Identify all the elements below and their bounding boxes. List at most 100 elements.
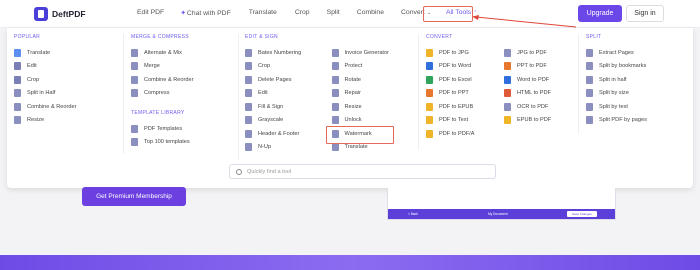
tool-split-by-size[interactable]: Split by size <box>586 87 688 101</box>
section-title-popular: POPULAR <box>14 34 40 40</box>
section-title-convert: CONVERT <box>426 34 453 40</box>
ppt-file-icon <box>504 62 511 71</box>
tool-ppt-to-pdf[interactable]: PPT to PDF <box>504 60 582 74</box>
nav-chat-with-pdf[interactable]: ✦Chat with PDF <box>180 9 231 17</box>
edit-icon <box>14 62 21 71</box>
tool-pdf-to-word[interactable]: PDF to Word <box>426 60 504 74</box>
nav-combine[interactable]: Combine <box>357 9 384 17</box>
repair-icon <box>331 89 339 98</box>
jpg-file-icon <box>504 48 511 57</box>
jpg-file-icon <box>426 48 433 57</box>
tool-search-input[interactable]: Quickly find a tool <box>229 164 496 179</box>
tool-jpg-to-pdf[interactable]: JPG to PDF <box>504 46 582 60</box>
nav-translate[interactable]: Translate <box>249 9 277 17</box>
tool-top-templates[interactable]: Top 100 templates <box>131 136 239 150</box>
tool-merge[interactable]: Merge <box>131 60 239 74</box>
tool-split-in-half[interactable]: Split in Half <box>14 87 128 101</box>
tool-pdf-to-ppt[interactable]: PDF to PPT <box>426 87 504 101</box>
tool-pdf-to-pdfa[interactable]: PDF to PDF/A <box>426 127 504 141</box>
tool-alternate-mix[interactable]: Alternate & Mix <box>131 46 239 60</box>
tool-unlock[interactable]: Unlock <box>331 114 419 128</box>
tool-split-by-bookmarks[interactable]: Split by bookmarks <box>586 60 688 74</box>
tool-bates-numbering[interactable]: Bates Numbering <box>245 46 332 60</box>
section-title-edit-sign: EDIT & SIGN <box>245 34 278 40</box>
tool-translate[interactable]: Translate <box>14 46 128 60</box>
tool-repair[interactable]: Repair <box>331 87 419 101</box>
tool-crop-2[interactable]: Crop <box>245 60 332 74</box>
translate-icon <box>14 48 21 57</box>
nav-split[interactable]: Split <box>327 9 340 17</box>
top-navigation-bar: DeftPDF Edit PDF ✦Chat with PDF Translat… <box>0 0 700 28</box>
menu-column-merge: MERGE & COMPRESS Alternate & Mix Merge C… <box>123 34 239 154</box>
tool-split-in-half-2[interactable]: Split in half <box>586 73 688 87</box>
tool-extract-pages[interactable]: Extract Pages <box>586 46 688 60</box>
tool-resize[interactable]: Resize <box>14 114 128 128</box>
menu-column-popular: POPULAR Translate Edit Crop Split in Hal… <box>14 34 128 127</box>
invoice-icon <box>331 48 339 57</box>
section-title-merge: MERGE & COMPRESS <box>131 34 189 40</box>
search-placeholder: Quickly find a tool <box>247 168 292 175</box>
tool-resize-2[interactable]: Resize <box>331 100 419 114</box>
tool-combine-reorder-2[interactable]: Combine & Reorder <box>131 73 239 87</box>
numbering-icon <box>245 48 252 57</box>
tool-edit-2[interactable]: Edit <box>245 87 332 101</box>
section-title-split: SPLIT <box>586 34 602 40</box>
tool-crop[interactable]: Crop <box>14 73 128 87</box>
rotate-icon <box>331 75 339 84</box>
sign-in-button[interactable]: Sign in <box>626 5 664 22</box>
preview-toolbar: < Back My Document Save Changes <box>388 209 615 219</box>
tool-delete-pages[interactable]: Delete Pages <box>245 73 332 87</box>
logo[interactable]: DeftPDF <box>34 7 86 21</box>
epub-file-icon <box>426 102 433 111</box>
tool-watermark[interactable]: Watermark <box>325 126 419 144</box>
tool-compress[interactable]: Compress <box>131 87 239 101</box>
sparkle-icon: ✦ <box>180 10 186 17</box>
size-icon <box>586 89 593 98</box>
crop-icon <box>245 62 252 71</box>
premium-membership-button[interactable]: Get Premium Membership <box>82 187 186 206</box>
tool-ocr-to-pdf[interactable]: OCR to PDF <box>504 100 582 114</box>
tool-rotate[interactable]: Rotate <box>331 73 419 87</box>
nav-crop[interactable]: Crop <box>295 9 310 17</box>
html-file-icon <box>504 89 511 98</box>
menu-column-split: SPLIT Extract Pages Split by bookmarks S… <box>578 34 688 134</box>
tool-invoice-generator[interactable]: Invoice Generator <box>331 46 419 60</box>
combine-icon <box>131 75 138 84</box>
tool-pdf-to-epub[interactable]: PDF to EPUB <box>426 100 504 114</box>
watermark-icon <box>331 129 339 138</box>
tool-fill-sign[interactable]: Fill & Sign <box>245 100 332 114</box>
tool-split-by-text[interactable]: Split by text <box>586 100 688 114</box>
template-icon <box>131 124 138 133</box>
text-file-icon <box>426 116 433 125</box>
tool-combine-reorder[interactable]: Combine & Reorder <box>14 100 128 114</box>
excel-file-icon <box>426 75 433 84</box>
preview-back-label: < Back <box>408 212 418 216</box>
all-tools-menu: POPULAR Translate Edit Crop Split in Hal… <box>7 28 693 188</box>
nav-edit-pdf[interactable]: Edit PDF <box>137 9 164 17</box>
tool-grayscale[interactable]: Grayscale <box>245 114 332 128</box>
tool-html-to-pdf[interactable]: HTML to PDF <box>504 87 582 101</box>
tool-protect[interactable]: Protect <box>331 60 419 74</box>
text-icon <box>586 102 593 111</box>
convert-list-2: JPG to PDF PPT to PDF Word to PDF HTML t… <box>504 46 582 141</box>
tool-pdf-to-jpg[interactable]: PDF to JPG <box>426 46 504 60</box>
all-tools-highlight-box <box>423 6 473 22</box>
resize-icon <box>14 116 21 125</box>
tool-n-up[interactable]: N-Up <box>245 141 332 155</box>
tool-pdf-to-text[interactable]: PDF to Text <box>426 114 504 128</box>
tool-word-to-pdf[interactable]: Word to PDF <box>504 73 582 87</box>
tool-pdf-templates[interactable]: PDF Templates <box>131 122 239 136</box>
extract-icon <box>586 48 593 57</box>
tool-split-pdf-by-pages[interactable]: Split PDF by pages <box>586 114 688 128</box>
tool-pdf-to-excel[interactable]: PDF to Excel <box>426 73 504 87</box>
upgrade-button[interactable]: Upgrade <box>578 5 622 22</box>
compress-icon <box>131 89 138 98</box>
delete-icon <box>245 75 252 84</box>
epub-file-icon <box>504 116 511 125</box>
preview-file-label: My Document <box>488 212 508 216</box>
crop-icon <box>14 75 21 84</box>
tool-header-footer[interactable]: Header & Footer <box>245 127 332 141</box>
tool-edit[interactable]: Edit <box>14 60 128 74</box>
tool-epub-to-pdf[interactable]: EPUB to PDF <box>504 114 582 128</box>
split-icon <box>586 75 593 84</box>
